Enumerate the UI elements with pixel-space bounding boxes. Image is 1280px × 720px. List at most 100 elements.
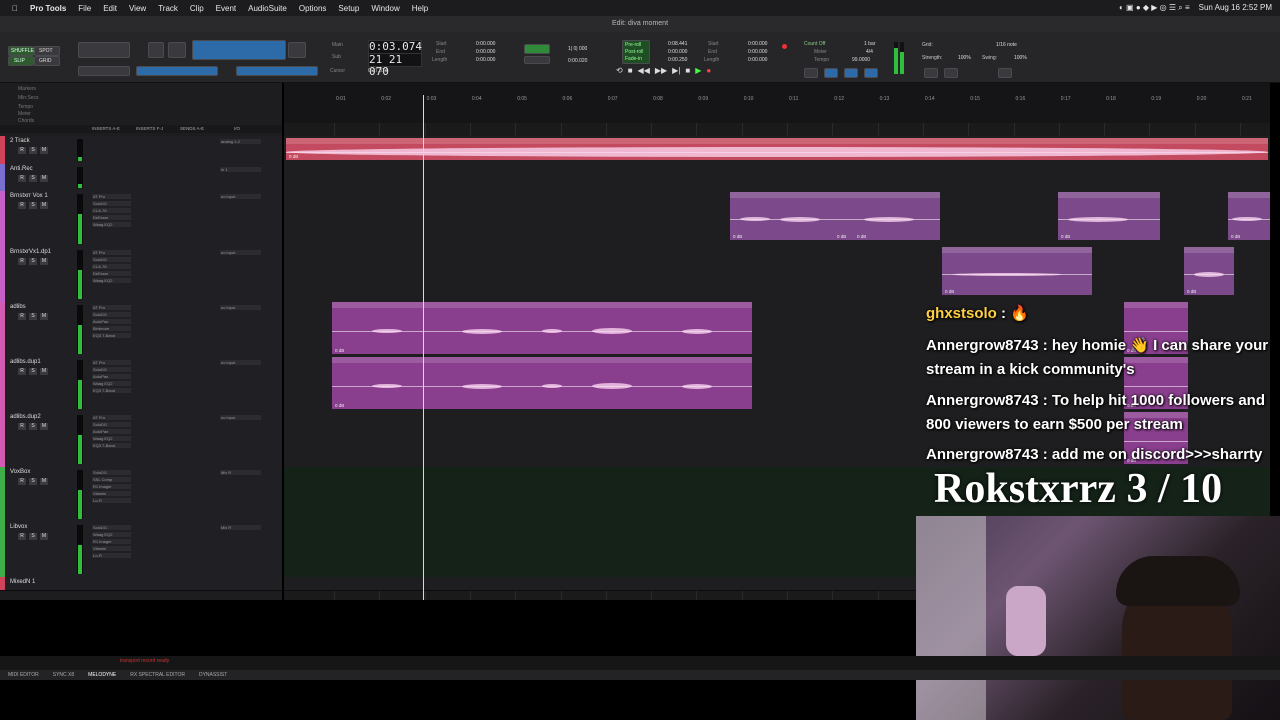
stop-icon[interactable]: ■ [628, 66, 633, 75]
tab-sync-x8[interactable]: SYNC X8 [53, 670, 74, 680]
insert-slot[interactable]: DeEsser [92, 271, 131, 276]
solo-button[interactable]: S [29, 175, 37, 182]
menu-file[interactable]: File [78, 4, 91, 13]
fast-forward-icon[interactable]: ▶▶ [655, 66, 667, 75]
status-icons[interactable]: ◐ ▣ ● ◆ ▶ ◎ ☰ ⌕ ≡ [1119, 3, 1190, 13]
record-enable-button[interactable]: R [18, 202, 26, 209]
audio-clip[interactable]: Anti.Rec_1291-01 0 dB [332, 357, 752, 409]
insert-slot[interactable]: SSL Comp [92, 477, 131, 482]
track-io-selector[interactable]: analog 1-2 [220, 139, 261, 144]
menu-clip[interactable]: Clip [190, 4, 204, 13]
insert-slot[interactable]: Waag EQ2 [92, 381, 131, 386]
record-enable-button[interactable]: R [18, 423, 26, 430]
insert-slot[interactable]: R1 Imager [92, 484, 131, 489]
menu-track[interactable]: Track [158, 4, 178, 13]
loop-icon[interactable]: ⟲ [616, 66, 623, 75]
audio-clip[interactable]: Anti.R 0 dB [834, 192, 854, 240]
quantize-button[interactable] [924, 68, 938, 78]
track-name[interactable]: Brnstxrr Vox 1 [10, 193, 48, 199]
pre-post-roll-toggles[interactable]: Pre-roll Post-roll Fade-in [622, 40, 650, 64]
track-header[interactable]: Brnstxrr Vox 1 R S M AT Pro SoloDG CLA-76 DeEss… [0, 191, 282, 248]
audio-clip[interactable]: Anti.Rec_1343-04 0 dB [1058, 192, 1160, 240]
insert-slot[interactable]: SoloDG [92, 525, 131, 530]
sub-counter[interactable]: 21 21 070 [368, 53, 422, 78]
track-header[interactable]: MixedN 1 [0, 577, 282, 591]
insert-slot[interactable]: Birdmore [92, 326, 131, 331]
meter-value[interactable]: 4/4 [866, 49, 873, 55]
mute-button[interactable]: M [40, 202, 48, 209]
zoomer-tool-icon[interactable] [148, 42, 164, 58]
wait-for-note-button[interactable] [804, 68, 818, 78]
insert-slot[interactable]: SoloDG [92, 257, 131, 262]
play-icon[interactable]: ▶ [695, 66, 701, 75]
mute-button[interactable]: M [40, 533, 48, 540]
track-header[interactable]: VoxBox R S M SoloDG SSL Comp R1 Imager Vitamin L… [0, 467, 282, 523]
record-enable-button[interactable]: R [18, 533, 26, 540]
menu-app-name[interactable]: Pro Tools [30, 4, 66, 13]
postroll-value[interactable]: 0:00.000 [668, 49, 687, 55]
record-enable-button[interactable]: R [18, 147, 26, 154]
insert-slot[interactable]: AutoPan [92, 374, 131, 379]
tempo-value[interactable]: 99.0000 [852, 57, 870, 63]
transport-start-value[interactable]: 0:00.000 [748, 41, 767, 47]
track-name[interactable]: Libvox [10, 524, 27, 530]
link-controls[interactable] [236, 66, 318, 76]
solo-button[interactable]: S [29, 313, 37, 320]
swing-value[interactable]: 100% [1014, 55, 1027, 61]
insert-slot[interactable]: Vitamin [92, 491, 131, 496]
menu-event[interactable]: Event [216, 4, 236, 13]
menu-setup[interactable]: Setup [338, 4, 359, 13]
insert-slot[interactable]: R1 Imager [92, 539, 131, 544]
track-name[interactable]: Anti.Rec [10, 166, 33, 172]
audio-clip[interactable]: Anti.Rec_1345 0 dB [1228, 192, 1270, 240]
menu-options[interactable]: Options [299, 4, 327, 13]
insert-slot[interactable]: EQ3 7-Band [92, 388, 131, 393]
solo-button[interactable]: S [29, 533, 37, 540]
insert-slot[interactable]: Waag EQ2 [92, 532, 131, 537]
track-header[interactable]: 2 Track R S Manalog 1-2 [0, 136, 282, 165]
track-header[interactable]: Anti.Rec R S Min 1 [0, 164, 282, 192]
preroll-value[interactable]: 0:08.441 [668, 41, 687, 47]
track-header[interactable]: BrnstxrVx1.dp1 R S M AT Pro SoloDG CLA-76 DeEss… [0, 247, 282, 303]
track-name[interactable]: BrnstxrVx1.dp1 [10, 249, 51, 255]
solo-button[interactable]: S [29, 147, 37, 154]
tab-melodyne[interactable]: MELODYNE [88, 670, 116, 680]
mute-button[interactable]: M [40, 147, 48, 154]
track-io-selector[interactable]: no input [220, 305, 261, 310]
selection-end-value[interactable]: 0:00.000 [476, 49, 495, 55]
audio-clip[interactable]: Anti.Rec_1334-04 0 dB [942, 247, 1092, 295]
insert-slot[interactable]: AT Pro [92, 250, 131, 255]
transport-end-value[interactable]: 0:00.000 [748, 49, 767, 55]
insert-slot[interactable]: SoloDG [92, 201, 131, 206]
track-io-selector[interactable]: no input [220, 250, 261, 255]
insert-slot[interactable]: Lo-Fi [92, 553, 131, 558]
solo-button[interactable]: S [29, 368, 37, 375]
zoom-buttons[interactable] [78, 42, 130, 58]
insert-slot[interactable]: EQ3 7-Band [92, 443, 131, 448]
mute-button[interactable]: M [40, 175, 48, 182]
metronome-button[interactable] [824, 68, 838, 78]
mute-button[interactable]: M [40, 258, 48, 265]
insert-slot[interactable]: SoloDG [92, 470, 131, 475]
grid-counter[interactable]: 1| 0| 000 [568, 46, 587, 52]
menu-view[interactable]: View [129, 4, 146, 13]
menu-help[interactable]: Help [412, 4, 428, 13]
merge-button[interactable] [844, 68, 858, 78]
playhead-cursor[interactable] [423, 95, 424, 600]
grid-value-button[interactable] [524, 44, 550, 54]
rewind-icon[interactable]: ◀◀ [638, 66, 650, 75]
nudge-value-button[interactable] [524, 56, 550, 64]
track-header[interactable]: adlibs R S M AT Pro SoloDG AutoPan Birdmore EQ3 … [0, 302, 282, 358]
track-io-selector[interactable]: no input [220, 360, 261, 365]
elastic-button[interactable] [944, 68, 958, 78]
pencil-tool-icon[interactable] [288, 42, 306, 58]
solo-button[interactable]: S [29, 478, 37, 485]
search-tool-icon[interactable] [168, 42, 186, 58]
mode-spot-button[interactable]: SPOT [34, 46, 60, 56]
insert-slot[interactable]: Waag EQ2 [92, 222, 131, 227]
insert-slot[interactable]: DeEsser [92, 215, 131, 220]
track-lane[interactable] [284, 164, 1270, 192]
menu-audiosuite[interactable]: AudioSuite [248, 4, 287, 13]
insert-slot[interactable]: AT Pro [92, 305, 131, 310]
insert-slot[interactable]: AT Pro [92, 415, 131, 420]
